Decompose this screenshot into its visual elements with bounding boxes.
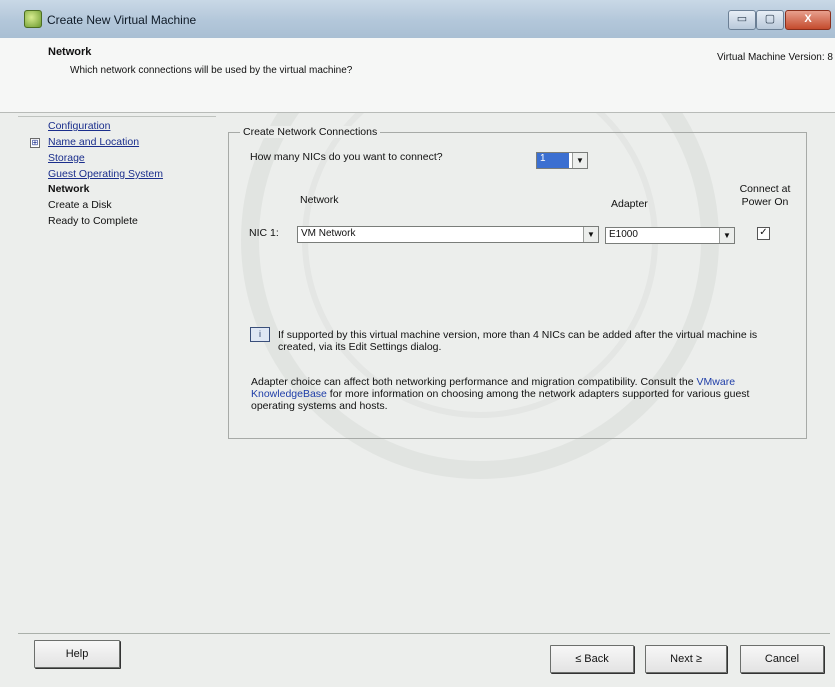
chevron-down-icon[interactable]: ▼ xyxy=(572,153,587,168)
nic-count-label: How many NICs do you want to connect? xyxy=(250,151,443,163)
window-title: Create New Virtual Machine xyxy=(47,13,197,27)
step-label: Name and Location xyxy=(48,136,140,148)
adapter-note: Adapter choice can affect both networkin… xyxy=(251,376,796,412)
close-button[interactable]: X xyxy=(785,10,831,30)
wizard-header: Network Which network connections will b… xyxy=(0,38,835,113)
adapter-column-header: Adapter xyxy=(611,198,648,210)
group-legend: Create Network Connections xyxy=(240,126,381,138)
footer-divider xyxy=(18,633,830,634)
nic1-adapter-select[interactable]: E1000 ▼ xyxy=(605,227,735,244)
nic1-network-select[interactable]: VM Network ▼ xyxy=(297,226,599,243)
back-button[interactable]: ≤ Back xyxy=(550,645,634,673)
chevron-down-icon[interactable]: ▼ xyxy=(719,228,734,243)
note-text-before: Adapter choice can affect both networkin… xyxy=(251,376,697,388)
help-button[interactable]: Help xyxy=(34,640,120,668)
connect-column-header: Connect at Power On xyxy=(739,183,791,208)
cancel-button-label: Cancel xyxy=(764,653,800,665)
back-button-label: ≤ Back xyxy=(575,653,609,665)
page-subtitle: Which network connections will be used b… xyxy=(70,65,353,76)
info-icon: i xyxy=(250,327,270,342)
step-guest-os[interactable]: Guest Operating System xyxy=(48,168,163,180)
minimize-button[interactable]: ▭ xyxy=(728,10,756,30)
network-column-header: Network xyxy=(300,194,339,206)
nic-info-text: If supported by this virtual machine ver… xyxy=(278,329,758,353)
step-create-disk: Create a Disk xyxy=(48,199,112,211)
next-button-label: Next ≥ xyxy=(670,653,702,665)
title-bar: Create New Virtual Machine ▭ ▢ X xyxy=(0,0,835,39)
page-title: Network xyxy=(48,46,92,58)
nic-count-select[interactable]: 1 ▼ xyxy=(536,152,588,169)
nav-divider xyxy=(18,116,216,117)
nic-count-value: 1 xyxy=(537,153,569,168)
help-button-label: Help xyxy=(65,648,89,660)
dialog-window: Create New Virtual Machine ▭ ▢ X Network… xyxy=(0,0,835,687)
next-button[interactable]: Next ≥ xyxy=(645,645,727,673)
step-storage[interactable]: Storage xyxy=(48,152,85,164)
nic1-network-value: VM Network xyxy=(301,228,356,239)
step-ready: Ready to Complete xyxy=(48,215,138,227)
expand-icon[interactable]: ⊞ xyxy=(30,138,40,148)
nic1-label: NIC 1: xyxy=(249,227,279,239)
step-configuration[interactable]: Configuration xyxy=(48,120,110,132)
step-network: Network xyxy=(48,183,90,195)
nic1-adapter-value: E1000 xyxy=(609,229,638,240)
step-name-and-location[interactable]: ⊞ Name and Location xyxy=(30,136,140,148)
chevron-down-icon[interactable]: ▼ xyxy=(583,227,598,242)
vsphere-icon xyxy=(24,10,42,28)
vm-version-label: Virtual Machine Version: 8 xyxy=(717,52,833,63)
nic1-connect-checkbox[interactable]: ✓ xyxy=(757,227,770,240)
maximize-button[interactable]: ▢ xyxy=(756,10,784,30)
cancel-button[interactable]: Cancel xyxy=(740,645,824,673)
